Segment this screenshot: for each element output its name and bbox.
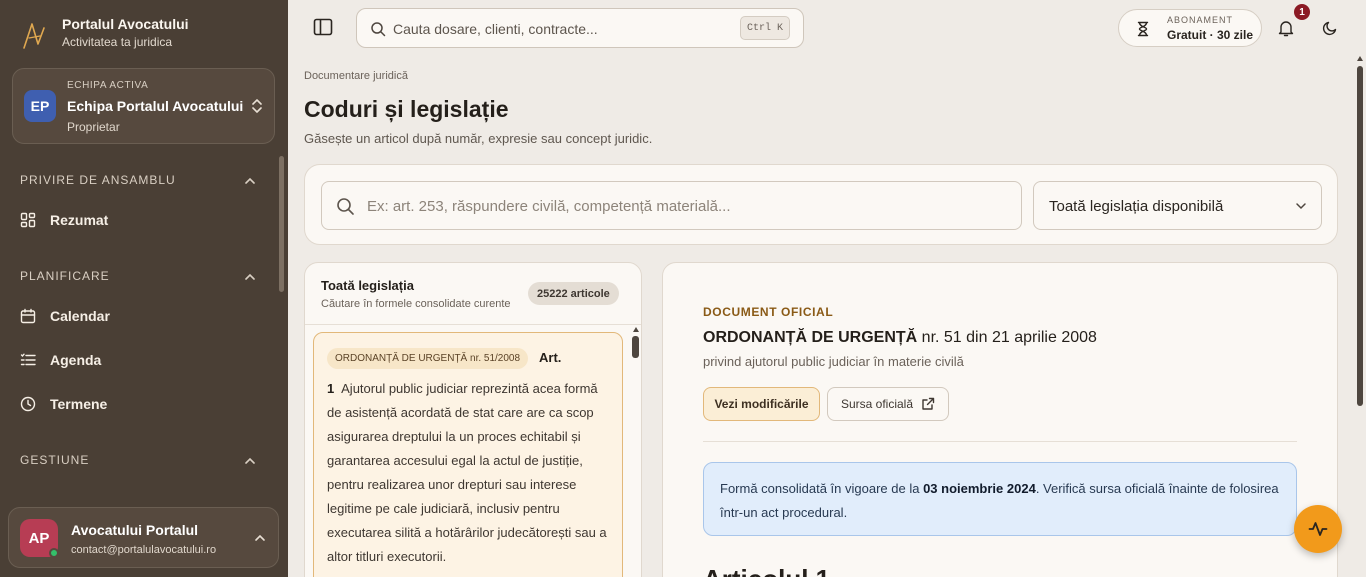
article-text: Ajutorul public judiciar reprezintă acea… bbox=[327, 381, 607, 564]
team-name: Echipa Portalul Avocatului bbox=[67, 98, 244, 114]
notice-prefix: Formă consolidată în vigoare de la bbox=[720, 481, 920, 496]
consolidation-notice: Formă consolidată în vigoare de la 03 no… bbox=[703, 462, 1297, 536]
document-panel: DOCUMENT OFICIAL ORDONANȚĂ DE URGENȚĂ nr… bbox=[662, 262, 1338, 577]
subscription-kicker: ABONAMENT bbox=[1167, 15, 1234, 25]
brand-logo-icon bbox=[23, 23, 45, 49]
sidebar-scrollbar[interactable] bbox=[279, 156, 284, 292]
sidebar-item-calendar[interactable]: Calendar bbox=[20, 308, 110, 324]
consolidation-text: Formă consolidată în vigoare de la 03 no… bbox=[720, 477, 1280, 525]
view-modifications-button[interactable]: Vezi modificările bbox=[703, 387, 820, 421]
chevron-up-down-icon bbox=[252, 99, 262, 113]
team-kicker: ECHIPA ACTIVA bbox=[67, 80, 149, 91]
chevron-up-icon[interactable] bbox=[244, 177, 256, 185]
document-act-ref: nr. 51 din 21 aprilie 2008 bbox=[921, 329, 1097, 346]
official-source-label: Sursa oficială bbox=[840, 397, 914, 411]
moon-icon[interactable] bbox=[1322, 20, 1338, 36]
team-role: Proprietar bbox=[67, 120, 120, 134]
global-search-input[interactable] bbox=[393, 18, 733, 40]
sidebar-item-label: Termene bbox=[50, 396, 108, 412]
act-badge: ORDONANȚĂ DE URGENȚĂ nr. 51/2008 bbox=[327, 348, 529, 369]
sidebar-item-agenda[interactable]: Agenda bbox=[20, 352, 101, 368]
team-switcher[interactable]: EP ECHIPA ACTIVA Echipa Portalul Avocatu… bbox=[12, 68, 275, 144]
results-panel: Toată legislația Căutare în formele cons… bbox=[304, 262, 642, 577]
scroll-up-arrow-icon[interactable] bbox=[633, 327, 639, 332]
sidebar: Portalul Avocatului Activitatea ta jurid… bbox=[0, 0, 288, 577]
calendar-icon bbox=[20, 308, 36, 324]
results-subtitle: Căutare în formele consolidate curente bbox=[321, 298, 511, 310]
brand-title: Portalul Avocatului bbox=[62, 16, 189, 32]
sidebar-item-label: Calendar bbox=[50, 308, 110, 324]
brand[interactable]: Portalul Avocatului Activitatea ta jurid… bbox=[20, 16, 189, 54]
activity-fab-button[interactable] bbox=[1294, 505, 1342, 553]
list-icon bbox=[20, 353, 36, 366]
article-excerpt: 1 Ajutorul public judiciar reprezintă ac… bbox=[327, 377, 612, 569]
article-count-badge: 25222 articole bbox=[528, 282, 619, 305]
document-act-type: ORDONANȚĂ DE URGENȚĂ bbox=[703, 329, 918, 346]
article-search[interactable] bbox=[321, 181, 1022, 230]
team-avatar: EP bbox=[24, 90, 56, 122]
activity-icon bbox=[1308, 522, 1328, 536]
notification-badge: 1 bbox=[1294, 4, 1310, 20]
main-scrollbar[interactable] bbox=[1357, 66, 1363, 406]
section-title-management: GESTIUNE bbox=[20, 453, 90, 467]
clock-icon bbox=[20, 396, 36, 412]
section-title-overview: PRIVIRE DE ANSAMBLU bbox=[20, 173, 176, 187]
sidebar-item-label: Rezumat bbox=[50, 212, 109, 228]
document-subtitle: privind ajutorul public judiciar în mate… bbox=[703, 354, 964, 369]
sidebar-toggle-icon[interactable] bbox=[312, 16, 334, 38]
notice-date: 03 noiembrie 2024 bbox=[923, 481, 1036, 496]
grid-icon bbox=[20, 212, 36, 228]
subscription-pill[interactable]: ABONAMENT Gratuit · 30 zile bbox=[1118, 9, 1262, 47]
page-subtitle: Găsește un articol după număr, expresie … bbox=[304, 131, 653, 146]
result-card[interactable]: ORDONANȚĂ DE URGENȚĂ nr. 51/2008 Art. 1 … bbox=[313, 332, 623, 577]
breadcrumb[interactable]: Documentare juridică bbox=[304, 70, 408, 82]
scope-selected-value: Toată legislația disponibilă bbox=[1049, 198, 1224, 215]
user-name: Avocatului Portalul bbox=[71, 522, 199, 538]
article-number: 1 bbox=[327, 381, 335, 396]
article-search-input[interactable] bbox=[367, 195, 1007, 217]
legislation-scope-select[interactable]: Toată legislația disponibilă bbox=[1033, 181, 1322, 230]
user-menu[interactable]: AP Avocatului Portalul contact@portalula… bbox=[8, 507, 279, 568]
results-scrollbar[interactable] bbox=[632, 336, 639, 358]
chevron-down-icon bbox=[1296, 203, 1306, 210]
search-icon bbox=[337, 198, 354, 215]
chevron-up-icon[interactable] bbox=[244, 273, 256, 281]
sidebar-item-label: Agenda bbox=[50, 352, 102, 368]
divider bbox=[703, 441, 1297, 442]
section-title-planning: PLANIFICARE bbox=[20, 269, 110, 283]
brand-subtitle: Activitatea ta juridica bbox=[62, 35, 173, 49]
page-title: Coduri și legislație bbox=[304, 96, 509, 122]
divider bbox=[305, 324, 641, 325]
search-icon bbox=[371, 22, 386, 37]
external-link-icon bbox=[922, 397, 935, 410]
sidebar-item-rezumat[interactable]: Rezumat bbox=[20, 212, 108, 228]
document-kicker: DOCUMENT OFICIAL bbox=[703, 305, 834, 319]
legislation-search-card: Toată legislația disponibilă bbox=[304, 164, 1338, 245]
sidebar-item-termene[interactable]: Termene bbox=[20, 396, 107, 412]
shortcut-hint: Ctrl K bbox=[739, 16, 790, 40]
chevron-up-icon[interactable] bbox=[244, 457, 256, 465]
official-source-button[interactable]: Sursa oficială bbox=[827, 387, 949, 421]
article-heading: Articolul 1 bbox=[703, 564, 830, 577]
online-status-dot bbox=[49, 548, 59, 558]
document-title: ORDONANȚĂ DE URGENȚĂ nr. 51 din 21 april… bbox=[703, 329, 1097, 347]
hourglass-icon bbox=[1137, 21, 1149, 37]
results-title: Toată legislația bbox=[321, 278, 414, 293]
bell-icon[interactable] bbox=[1278, 19, 1294, 37]
user-email: contact@portalulavocatului.ro bbox=[71, 544, 217, 556]
article-label: Art. bbox=[539, 350, 562, 365]
global-search[interactable]: Ctrl K bbox=[356, 8, 804, 48]
scroll-up-arrow-icon[interactable] bbox=[1357, 56, 1363, 61]
chevron-up-icon bbox=[255, 534, 265, 541]
subscription-value: Gratuit · 30 zile bbox=[1167, 28, 1254, 42]
